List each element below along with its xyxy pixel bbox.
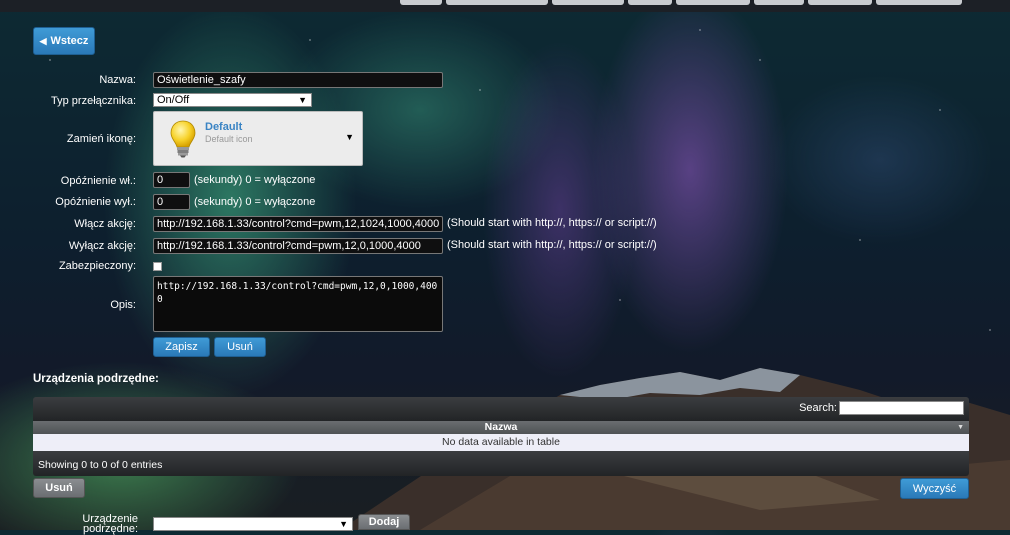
- table-toolbar: Search:: [33, 397, 969, 421]
- icon-title: Default: [205, 121, 243, 133]
- icon-label: Zamień ikonę:: [66, 133, 136, 145]
- name-label: Nazwa:: [99, 74, 136, 86]
- add-subdevice-label: Urządzenie podrzędne:: [82, 513, 138, 535]
- cancel-button[interactable]: Usuń: [214, 337, 266, 357]
- nav-tab[interactable]: [876, 0, 962, 5]
- off-delay-hint: (sekundy) 0 = wyłączone: [194, 196, 316, 208]
- off-action-label: Wyłącz akcję:: [68, 240, 136, 252]
- subdevice-select[interactable]: ▼: [153, 517, 353, 531]
- switch-type-label: Typ przełącznika:: [51, 95, 136, 107]
- nav-tab[interactable]: [808, 0, 872, 5]
- description-textarea[interactable]: http://192.168.1.33/control?cmd=pwm,12,0…: [153, 276, 443, 332]
- on-action-label: Włącz akcję:: [74, 218, 136, 230]
- subdevices-table: Search: Nazwa ▼ No data available in tab…: [33, 397, 969, 476]
- top-navigation-bar: [0, 0, 1010, 12]
- caret-down-icon: ▼: [345, 132, 354, 142]
- lightbulb-icon: [170, 120, 196, 158]
- off-delay-input[interactable]: 0: [153, 194, 190, 210]
- dropdown-arrow-icon: ▼: [298, 95, 307, 105]
- table-header-name[interactable]: Nazwa ▼: [33, 421, 969, 434]
- nav-tab[interactable]: [446, 0, 548, 5]
- nav-tab[interactable]: [676, 0, 750, 5]
- icon-subtitle: Default icon: [205, 134, 253, 144]
- chevron-left-icon: ◀: [39, 35, 47, 46]
- table-row-empty: No data available in table: [33, 434, 969, 451]
- sort-icon: ▼: [957, 424, 964, 431]
- nav-tab[interactable]: [400, 0, 442, 5]
- name-input[interactable]: Oświetlenie_szafy: [153, 72, 443, 88]
- protected-checkbox[interactable]: [153, 262, 162, 271]
- description-label: Opis:: [110, 299, 136, 311]
- on-action-hint: (Should start with http://, https:// or …: [447, 217, 657, 229]
- nav-tab[interactable]: [754, 0, 804, 5]
- subdevices-title: Urządzenia podrzędne:: [33, 373, 159, 385]
- on-delay-input[interactable]: 0: [153, 172, 190, 188]
- delete-subdevice-button[interactable]: Usuń: [33, 478, 85, 498]
- search-input[interactable]: [839, 401, 964, 415]
- search-label: Search:: [799, 402, 837, 414]
- off-action-hint: (Should start with http://, https:// or …: [447, 239, 657, 251]
- on-delay-label: Opóźnienie wł.:: [60, 175, 136, 187]
- clear-subdevices-button[interactable]: Wyczyść: [900, 478, 969, 499]
- protected-label: Zabezpieczony:: [58, 260, 136, 272]
- add-subdevice-button[interactable]: Dodaj: [358, 514, 410, 530]
- dropdown-arrow-icon: ▼: [339, 519, 348, 529]
- save-button[interactable]: Zapisz: [153, 337, 210, 357]
- nav-tab[interactable]: [628, 0, 672, 5]
- nav-tab[interactable]: [552, 0, 624, 5]
- back-button[interactable]: ◀ Wstecz: [33, 27, 95, 55]
- icon-picker[interactable]: Default Default icon ▼: [153, 111, 363, 166]
- off-action-input[interactable]: http://192.168.1.33/control?cmd=pwm,12,0…: [153, 238, 443, 254]
- off-delay-label: Opóźnienie wył.:: [55, 196, 136, 208]
- on-action-input[interactable]: http://192.168.1.33/control?cmd=pwm,12,1…: [153, 216, 443, 232]
- on-delay-hint: (sekundy) 0 = wyłączone: [194, 174, 316, 186]
- table-info: Showing 0 to 0 of 0 entries: [38, 459, 163, 471]
- switch-type-select[interactable]: On/Off ▼: [153, 93, 312, 107]
- table-footer: Showing 0 to 0 of 0 entries: [33, 451, 969, 476]
